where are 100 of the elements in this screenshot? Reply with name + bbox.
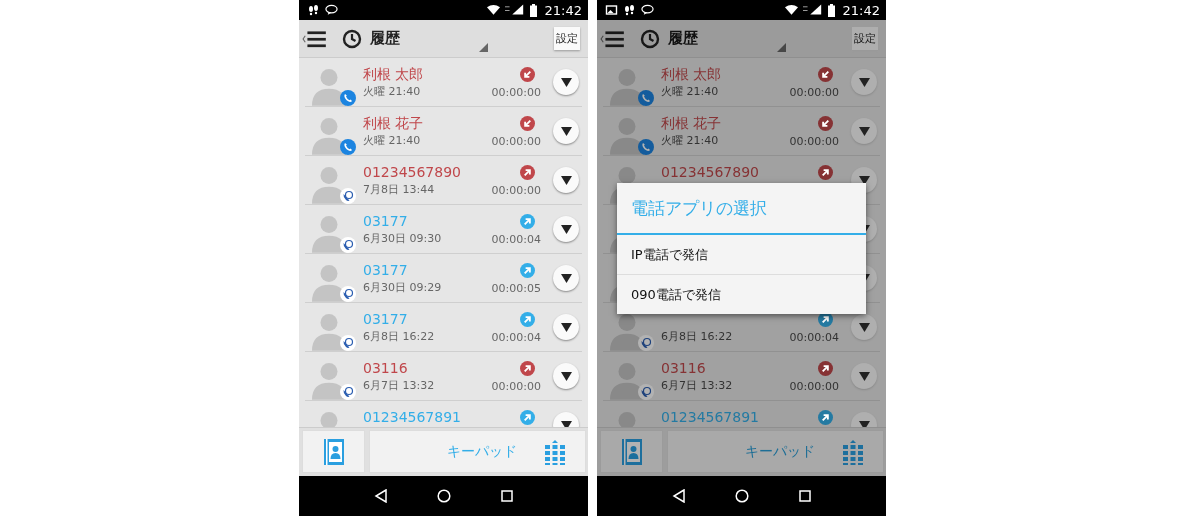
wifi-icon (784, 4, 798, 16)
call-date: 火曜 21:40 (661, 133, 720, 148)
caller-name: 03116 (661, 360, 707, 377)
expand-button[interactable] (851, 314, 877, 340)
call-duration: 00:00:00 (491, 86, 541, 99)
phone-badge-icon (340, 139, 356, 155)
call-duration: 00:00:00 (491, 380, 541, 393)
caller-name: 01234567890 (661, 164, 760, 181)
person-silhouette-icon (312, 311, 346, 351)
back-icon[interactable] (373, 489, 388, 503)
settings-button[interactable]: 設定 (852, 27, 878, 50)
call-date: 6月7日 13:32 (363, 378, 436, 393)
footprints-icon (623, 4, 636, 16)
wifi-icon (486, 4, 500, 16)
menu-icon[interactable] (302, 28, 328, 49)
expand-button[interactable] (553, 167, 579, 193)
screen-title[interactable]: 履歴 (370, 29, 400, 48)
ip-phone-badge-icon (340, 384, 356, 400)
caller-name: 03177 (363, 213, 409, 230)
call-duration: 00:00:04 (491, 233, 541, 246)
expand-button[interactable] (553, 314, 579, 340)
call-date: 6月8日 16:22 (363, 329, 436, 344)
person-silhouette-icon (610, 360, 644, 400)
call-date: 6月30日 09:30 (363, 231, 443, 246)
phone-badge-icon (340, 90, 356, 106)
screen-title[interactable]: 履歴 (668, 29, 698, 48)
call-log-row[interactable]: 03177 6月8日 16:22 00:00:04 (305, 303, 582, 352)
person-silhouette-icon (610, 115, 644, 155)
call-duration: 00:00:00 (491, 184, 541, 197)
ip-phone-badge-icon (340, 335, 356, 351)
call-log-row[interactable]: 利根 花子 火曜 21:40 00:00:00 (603, 107, 880, 156)
call-log-row[interactable]: 03177 6月30日 09:30 00:00:04 (305, 205, 582, 254)
expand-button[interactable] (553, 216, 579, 242)
menu-icon[interactable] (600, 28, 626, 49)
ip-phone-badge-icon (340, 188, 356, 204)
clock-icon (640, 28, 660, 49)
call-date: 6月7日 13:32 (661, 378, 734, 393)
caller-name: 01234567890 (363, 164, 462, 181)
chat-bubble-icon (325, 4, 338, 16)
call-duration: 00:00:04 (789, 331, 839, 344)
dialog-option[interactable]: IP電話で発信 (617, 235, 866, 275)
image-icon (605, 4, 618, 16)
call-date: 6月8日 16:22 (661, 329, 734, 344)
keypad-grid-icon (545, 438, 565, 465)
expand-button[interactable] (851, 363, 877, 389)
call-log-row[interactable]: 03116 6月7日 13:32 00:00:00 (305, 352, 582, 401)
ip-phone-badge-icon (638, 384, 654, 400)
expand-button[interactable] (851, 118, 877, 144)
expand-button[interactable] (553, 363, 579, 389)
contacts-button[interactable] (600, 430, 663, 473)
call-log-row[interactable]: 01234567890 7月8日 13:44 00:00:00 (305, 156, 582, 205)
phone-badge-icon (638, 139, 654, 155)
status-time: 21:42 (842, 2, 880, 18)
clock-icon (342, 28, 362, 49)
call-log-row[interactable]: 利根 花子 火曜 21:40 00:00:00 (305, 107, 582, 156)
call-duration: 00:00:05 (491, 282, 541, 295)
back-icon[interactable] (671, 489, 686, 503)
ip-phone-badge-icon (638, 335, 654, 351)
ip-phone-badge-icon (340, 286, 356, 302)
home-icon[interactable] (436, 489, 451, 503)
call-duration: 00:00:00 (789, 86, 839, 99)
dialog-title: 電話アプリの選択 (617, 183, 866, 235)
lte-signal-icon (504, 4, 525, 16)
call-log-row[interactable]: 利根 太郎 火曜 21:40 00:00:00 (305, 58, 582, 107)
footprints-icon (307, 4, 320, 16)
person-silhouette-icon (312, 262, 346, 302)
call-duration: 00:00:00 (491, 135, 541, 148)
person-silhouette-icon (312, 360, 346, 400)
dropdown-corner-icon (479, 43, 488, 52)
caller-name: 利根 太郎 (363, 66, 425, 83)
expand-button[interactable] (851, 69, 877, 95)
caller-name: 01234567891 (363, 409, 462, 426)
call-duration: 00:00:04 (491, 331, 541, 344)
person-silhouette-icon (610, 311, 644, 351)
home-icon[interactable] (734, 489, 749, 503)
recents-icon[interactable] (499, 489, 514, 503)
ip-phone-badge-icon (340, 237, 356, 253)
expand-button[interactable] (553, 118, 579, 144)
status-time: 21:42 (544, 2, 582, 18)
caller-name: 03116 (363, 360, 409, 377)
caller-name: 01234567891 (661, 409, 760, 426)
call-log-row[interactable]: 03177 6月30日 09:29 00:00:05 (305, 254, 582, 303)
caller-name: 03177 (363, 311, 409, 328)
expand-button[interactable] (553, 69, 579, 95)
caller-name: 03177 (363, 262, 409, 279)
person-silhouette-icon (610, 66, 644, 106)
keypad-grid-icon (843, 438, 863, 465)
dropdown-corner-icon (777, 43, 786, 52)
expand-button[interactable] (553, 265, 579, 291)
call-date: 6月30日 09:29 (363, 280, 443, 295)
call-log-row[interactable]: 03116 6月7日 13:32 00:00:00 (603, 352, 880, 401)
settings-button[interactable]: 設定 (554, 27, 580, 50)
call-date: 火曜 21:40 (363, 84, 422, 99)
recents-icon[interactable] (797, 489, 812, 503)
call-duration: 00:00:00 (789, 135, 839, 148)
battery-icon (529, 3, 537, 17)
call-log-row[interactable]: 利根 太郎 火曜 21:40 00:00:00 (603, 58, 880, 107)
caller-name: 利根 太郎 (661, 66, 723, 83)
phone-badge-icon (638, 90, 654, 106)
call-duration: 00:00:00 (789, 380, 839, 393)
